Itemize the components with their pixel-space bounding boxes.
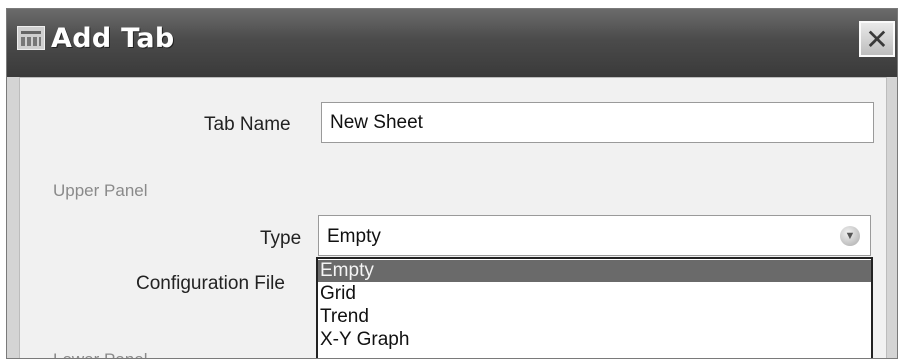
option-xy-graph[interactable]: X-Y Graph: [318, 329, 871, 351]
configuration-file-label: Configuration File: [136, 273, 285, 294]
title-bar[interactable]: Add Tab ✕: [7, 9, 897, 77]
option-trend[interactable]: Trend: [318, 306, 871, 328]
sheet-icon: [17, 26, 45, 50]
type-label: Type: [260, 228, 302, 249]
close-icon: ✕: [865, 22, 889, 56]
type-dropdown-list: Empty Grid Trend X-Y Graph: [316, 257, 873, 358]
upper-panel-label: Upper Panel: [53, 181, 148, 200]
type-select[interactable]: Empty ▼: [318, 215, 871, 256]
tab-name-label: Tab Name: [204, 114, 291, 135]
add-tab-dialog: Add Tab ✕ Tab Name Upper Panel Type Conf…: [6, 8, 898, 359]
type-select-value: Empty: [327, 226, 381, 247]
chevron-down-icon[interactable]: ▼: [840, 226, 860, 246]
close-button[interactable]: ✕: [859, 21, 895, 57]
dialog-title: Add Tab: [51, 23, 175, 54]
tab-name-input[interactable]: [321, 102, 874, 143]
lower-panel-label: Lower Panel: [53, 350, 148, 358]
option-empty[interactable]: Empty: [318, 260, 871, 282]
option-grid[interactable]: Grid: [318, 283, 871, 305]
